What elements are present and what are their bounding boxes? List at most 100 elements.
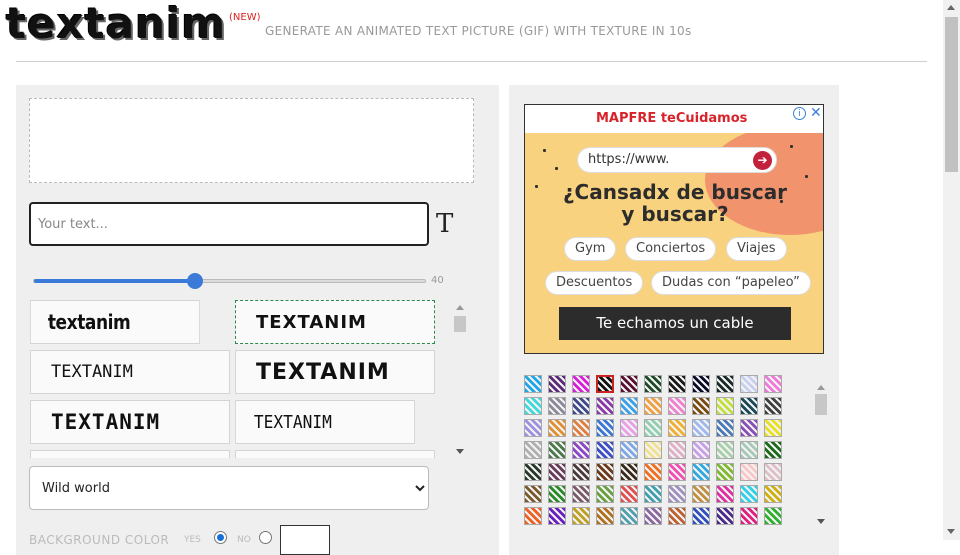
texture-swatch[interactable]	[740, 419, 758, 437]
texture-swatch[interactable]	[764, 419, 782, 437]
texture-swatch[interactable]	[644, 419, 662, 437]
texture-swatch[interactable]	[548, 397, 566, 415]
texture-swatch[interactable]	[740, 507, 758, 525]
texture-swatch[interactable]	[548, 507, 566, 525]
scroll-thumb[interactable]	[454, 316, 466, 332]
slider-thumb[interactable]	[187, 273, 204, 289]
texture-swatch[interactable]	[644, 485, 662, 503]
texture-swatch[interactable]	[548, 485, 566, 503]
texture-swatch[interactable]	[668, 441, 686, 459]
close-icon[interactable]: ✕	[810, 105, 822, 121]
font-option[interactable]: TEXTANIM	[30, 350, 230, 394]
scroll-up-icon[interactable]	[947, 5, 955, 10]
ad-chip[interactable]: Gym	[564, 237, 617, 261]
texture-swatch[interactable]	[620, 463, 638, 481]
texture-swatch[interactable]	[572, 397, 590, 415]
font-option[interactable]	[30, 450, 230, 458]
text-input[interactable]	[29, 202, 429, 246]
texture-swatch[interactable]	[692, 485, 710, 503]
font-size-slider[interactable]	[33, 273, 426, 289]
texture-swatch[interactable]	[716, 397, 734, 415]
texture-swatch[interactable]	[548, 419, 566, 437]
texture-swatch[interactable]	[524, 419, 542, 437]
texture-swatch[interactable]	[740, 441, 758, 459]
advertisement[interactable]: MAPFRE teCuidamos i ✕ https://www. ➔ ¿Ca…	[524, 104, 824, 354]
texture-swatch[interactable]	[572, 463, 590, 481]
texture-swatch[interactable]	[764, 507, 782, 525]
scroll-up-icon[interactable]	[817, 385, 825, 390]
texture-swatch[interactable]	[692, 463, 710, 481]
texture-swatch[interactable]	[716, 507, 734, 525]
texture-swatch[interactable]	[548, 375, 566, 393]
texture-swatch[interactable]	[716, 463, 734, 481]
texture-swatch[interactable]	[620, 441, 638, 459]
texture-swatch[interactable]	[668, 375, 686, 393]
ad-cta-button[interactable]: Te echamos un cable	[559, 307, 791, 340]
scroll-thumb[interactable]	[815, 394, 827, 415]
texture-swatch[interactable]	[596, 507, 614, 525]
texture-swatch[interactable]	[548, 441, 566, 459]
font-option[interactable]	[235, 450, 435, 458]
texture-swatch[interactable]	[620, 507, 638, 525]
texture-swatch[interactable]	[764, 463, 782, 481]
texture-swatch[interactable]	[596, 441, 614, 459]
font-option[interactable]: textanim	[30, 300, 200, 344]
texture-swatch[interactable]	[716, 485, 734, 503]
texture-swatch[interactable]	[644, 507, 662, 525]
texture-swatch[interactable]	[596, 463, 614, 481]
texture-swatch[interactable]	[572, 419, 590, 437]
texture-swatch[interactable]	[668, 507, 686, 525]
texture-swatch[interactable]	[548, 463, 566, 481]
texture-swatch[interactable]	[596, 397, 614, 415]
texture-swatch[interactable]	[668, 463, 686, 481]
texture-swatch[interactable]	[692, 441, 710, 459]
background-yes-radio[interactable]	[214, 531, 227, 544]
page-scrollbar[interactable]	[943, 0, 960, 540]
texture-swatch[interactable]	[644, 375, 662, 393]
texture-swatch[interactable]	[524, 375, 542, 393]
texture-swatch[interactable]	[716, 375, 734, 393]
font-option[interactable]: TEXTANIM	[235, 400, 415, 444]
texture-swatch[interactable]	[692, 419, 710, 437]
texture-swatch[interactable]	[596, 419, 614, 437]
background-color-picker[interactable]	[280, 525, 330, 555]
texture-swatch[interactable]	[524, 507, 542, 525]
texture-swatch[interactable]	[692, 507, 710, 525]
font-picker-scrollbar[interactable]	[453, 302, 467, 454]
texture-swatch[interactable]	[596, 375, 614, 393]
texture-swatch[interactable]	[740, 375, 758, 393]
texture-swatch[interactable]	[572, 507, 590, 525]
scroll-down-icon[interactable]	[947, 529, 955, 534]
texture-swatch[interactable]	[572, 441, 590, 459]
texture-swatch[interactable]	[740, 485, 758, 503]
texture-swatch[interactable]	[572, 485, 590, 503]
texture-swatch[interactable]	[596, 485, 614, 503]
text-size-icon[interactable]: T	[436, 209, 453, 239]
ad-url-bar[interactable]: https://www. ➔	[577, 147, 777, 173]
scroll-thumb[interactable]	[945, 17, 958, 172]
texture-swatch[interactable]	[524, 441, 542, 459]
logo[interactable]: textanim	[6, 2, 226, 46]
texture-swatch[interactable]	[524, 485, 542, 503]
texture-swatch[interactable]	[644, 441, 662, 459]
ad-chip[interactable]: Descuentos	[545, 271, 644, 295]
font-option[interactable]: TEXTANIM	[30, 400, 230, 444]
texture-swatch[interactable]	[764, 375, 782, 393]
font-option[interactable]: TEXTANIM	[235, 350, 435, 394]
texture-select[interactable]: Wild world	[29, 466, 429, 510]
texture-swatch[interactable]	[644, 397, 662, 415]
background-no-radio[interactable]	[259, 531, 272, 544]
texture-swatch[interactable]	[572, 375, 590, 393]
texture-swatch[interactable]	[716, 441, 734, 459]
texture-swatch[interactable]	[764, 441, 782, 459]
texture-swatch[interactable]	[668, 397, 686, 415]
texture-swatch[interactable]	[620, 419, 638, 437]
arrow-right-icon[interactable]: ➔	[753, 151, 772, 170]
texture-swatch[interactable]	[692, 375, 710, 393]
texture-swatch[interactable]	[620, 485, 638, 503]
texture-swatch[interactable]	[668, 419, 686, 437]
ad-chip[interactable]: Dudas con “papeleo”	[651, 271, 811, 295]
swatch-scrollbar[interactable]	[815, 382, 827, 524]
ad-chip[interactable]: Viajes	[726, 237, 787, 261]
texture-swatch[interactable]	[740, 463, 758, 481]
